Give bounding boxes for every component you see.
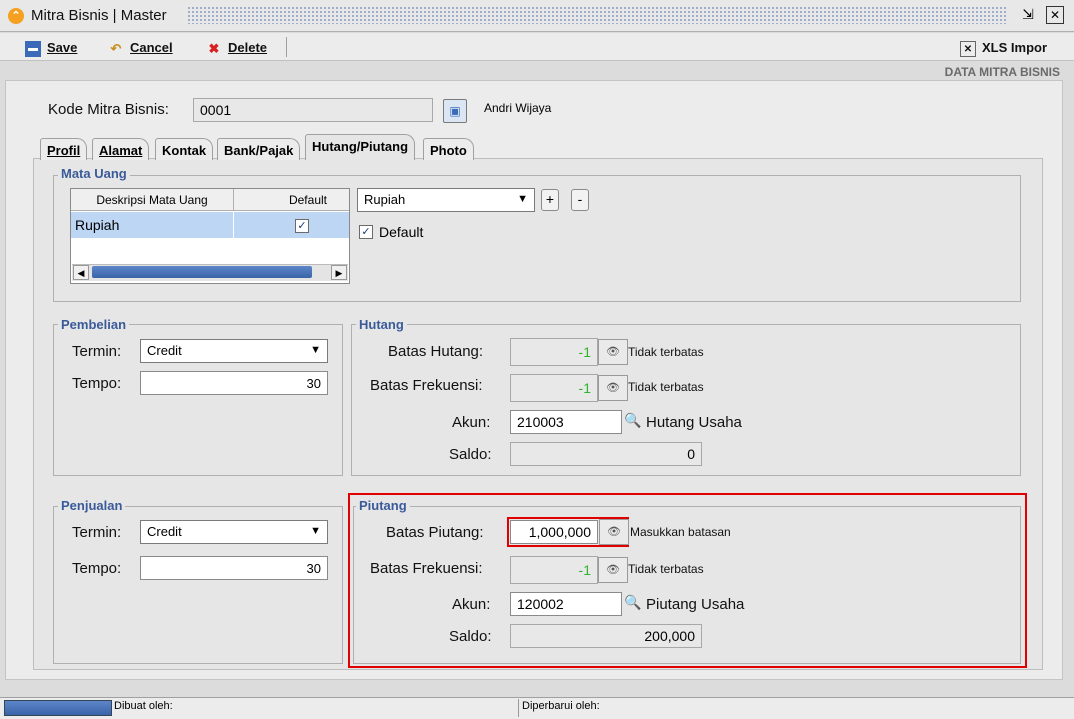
saldo-hutang-value: 0	[510, 442, 702, 466]
mata-uang-legend: Mata Uang	[58, 166, 130, 181]
pembelian-legend: Pembelian	[58, 317, 130, 332]
search-icon[interactable]: 🔍	[624, 594, 641, 611]
pembelian-tempo-label: Tempo:	[72, 375, 122, 392]
cell-divider	[233, 212, 234, 238]
tab-alamat[interactable]: Alamat	[92, 138, 150, 160]
window-title: Mitra Bisnis | Master	[31, 7, 167, 24]
updated-by-label: Diperbarui oleh:	[522, 700, 600, 712]
cancel-button[interactable]: ↶ Cancel	[108, 37, 173, 59]
search-icon[interactable]: 🔍	[624, 412, 641, 429]
scroll-right-icon[interactable]: ▶	[331, 265, 347, 280]
eye-icon[interactable]: 👁	[598, 557, 628, 583]
xls-import-button[interactable]: ✕ XLS Impor	[960, 37, 1047, 59]
akun-piutang-label: Akun:	[452, 596, 491, 613]
frek-hutang-input[interactable]: -1	[510, 374, 598, 402]
undo-arrow-icon: ↶	[110, 40, 122, 56]
saldo-piutang-label: Saldo:	[449, 628, 492, 645]
partner-name: Andri Wijaya	[484, 101, 552, 115]
batas-piutang-label: Batas Piutang:	[386, 524, 484, 541]
penjualan-tempo-input[interactable]: 30	[140, 556, 328, 580]
table-cell-desc: Rupiah	[75, 217, 120, 233]
pembelian-termin-select[interactable]: Credit ▼	[140, 339, 328, 363]
eye-icon[interactable]: 👁	[598, 375, 628, 401]
piutang-legend: Piutang	[356, 498, 410, 513]
default-checkbox[interactable]: ✓	[359, 225, 373, 239]
column-header-default[interactable]: Default	[234, 189, 349, 211]
chevron-down-icon: ▼	[310, 525, 321, 537]
scroll-left-icon[interactable]: ◀	[73, 265, 89, 280]
batas-hutang-input[interactable]: -1	[510, 338, 598, 366]
batas-hutang-note: Tidak terbatas	[628, 345, 704, 359]
column-header-desc[interactable]: Deskripsi Mata Uang	[71, 189, 234, 211]
toolbar-separator	[286, 37, 287, 57]
progress-indicator	[4, 700, 112, 716]
saldo-piutang-value: 200,000	[510, 624, 702, 648]
kode-label: Kode Mitra Bisnis:	[48, 101, 169, 118]
chevron-down-icon: ▼	[310, 344, 321, 356]
batas-hutang-label: Batas Hutang:	[388, 343, 484, 360]
penjualan-termin-select[interactable]: Credit ▼	[140, 520, 328, 544]
scrollbar-thumb[interactable]	[92, 266, 312, 278]
lookup-partner-icon[interactable]: ▣	[443, 99, 467, 123]
saldo-hutang-label: Saldo:	[449, 446, 492, 463]
pembelian-tempo-input[interactable]: 30	[140, 371, 328, 395]
chevron-down-icon: ▼	[517, 193, 528, 205]
add-currency-button[interactable]: +	[541, 189, 559, 211]
eye-icon[interactable]: 👁	[599, 519, 629, 545]
pembelian-termin-label: Termin:	[72, 343, 122, 360]
frek-piutang-input[interactable]: -1	[510, 556, 598, 584]
tab-photo[interactable]: Photo	[423, 138, 474, 160]
save-button[interactable]: ▬ Save	[25, 37, 77, 59]
tab-kontak[interactable]: Kontak	[155, 138, 214, 160]
frek-piutang-label: Batas Frekuensi:	[370, 560, 483, 577]
frek-piutang-note: Tidak terbatas	[628, 562, 704, 576]
eye-icon[interactable]: 👁	[598, 339, 628, 365]
restore-icon[interactable]: ⇲	[1018, 5, 1038, 25]
frek-hutang-note: Tidak terbatas	[628, 380, 704, 394]
penjualan-tempo-label: Tempo:	[72, 560, 122, 577]
tab-hutang-piutang[interactable]: Hutang/Piutang	[305, 134, 416, 160]
spreadsheet-icon: ✕	[960, 40, 976, 57]
section-header: DATA MITRA BISNIS	[944, 65, 1060, 79]
tab-profil[interactable]: Profil	[40, 138, 88, 160]
akun-piutang-input[interactable]: 120002	[510, 592, 622, 616]
currency-select[interactable]: Rupiah ▼	[357, 188, 535, 212]
akun-piutang-name: Piutang Usaha	[646, 596, 745, 613]
hutang-legend: Hutang	[356, 317, 407, 332]
red-x-icon: ✖	[208, 40, 220, 56]
kode-input[interactable]: 0001	[193, 98, 433, 122]
title-bar-pattern	[187, 6, 1007, 24]
remove-currency-button[interactable]: -	[571, 189, 589, 211]
batas-piutang-note: Masukkan batasan	[630, 525, 731, 539]
floppy-disk-icon: ▬	[25, 40, 41, 57]
penjualan-termin-label: Termin:	[72, 524, 122, 541]
akun-hutang-input[interactable]: 210003	[510, 410, 622, 434]
delete-button[interactable]: ✖ Delete	[206, 37, 267, 59]
penjualan-legend: Penjualan	[58, 498, 126, 513]
default-checkbox-label: Default	[379, 224, 424, 240]
close-icon[interactable]: ✕	[1046, 6, 1064, 24]
app-icon: ⌃	[8, 8, 24, 24]
status-divider	[518, 699, 519, 717]
frek-hutang-label: Batas Frekuensi:	[370, 377, 483, 394]
created-by-label: Dibuat oleh:	[114, 700, 173, 712]
tab-bank-pajak[interactable]: Bank/Pajak	[217, 138, 301, 160]
row-default-checkbox[interactable]: ✓	[295, 219, 309, 233]
batas-piutang-input[interactable]: 1,000,000	[510, 520, 598, 544]
akun-hutang-label: Akun:	[452, 414, 491, 431]
akun-hutang-name: Hutang Usaha	[646, 414, 742, 431]
